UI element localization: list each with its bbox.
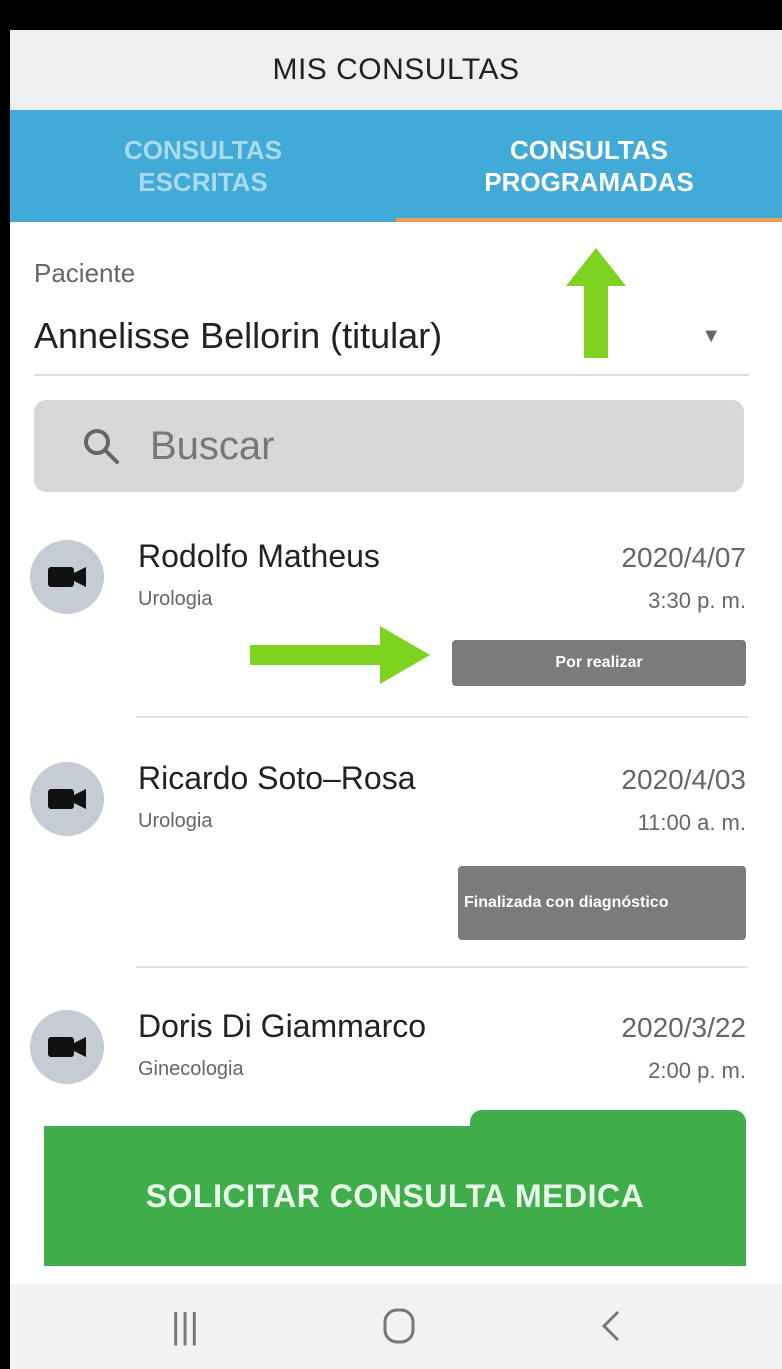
doctor-name: Doris Di Giammarco xyxy=(138,1008,427,1044)
tab-label-line1: CONSULTAS xyxy=(124,135,282,165)
request-consultation-label: SOLICITAR CONSULTA MEDICA xyxy=(145,1177,645,1214)
app-header: MIS CONSULTAS xyxy=(10,30,782,110)
appointment-time: 3:30 p. m. xyxy=(648,588,746,613)
tab-label-line2: PROGRAMADAS xyxy=(484,167,694,197)
annotation-arrow-right xyxy=(250,626,430,684)
appointment-date: 2020/4/03 xyxy=(621,764,746,795)
app-screen: MIS CONSULTAS CONSULTAS ESCRITAS CONSULT… xyxy=(10,30,782,1369)
appointment-date: 2020/3/22 xyxy=(621,1012,746,1043)
doctor-name: Ricardo Soto–Rosa xyxy=(138,760,416,796)
back-icon[interactable] xyxy=(576,1296,646,1356)
videocam-icon xyxy=(30,1010,104,1084)
patient-select-value: Annelisse Bellorin (titular) xyxy=(34,315,443,356)
appointment-time: 11:00 a. m. xyxy=(637,810,746,835)
tab-label-line1: CONSULTAS xyxy=(510,135,668,165)
patient-label: Paciente xyxy=(34,258,136,288)
search-input[interactable]: Buscar xyxy=(34,400,744,492)
videocam-icon xyxy=(30,540,104,614)
search-placeholder: Buscar xyxy=(150,423,275,468)
status-badge: Finalizada con diagnóstico xyxy=(458,866,746,940)
recents-icon[interactable]: ||| xyxy=(150,1296,220,1356)
tab-bar: CONSULTAS ESCRITAS CONSULTAS PROGRAMADAS xyxy=(10,110,782,222)
page-title: MIS CONSULTAS xyxy=(272,53,520,86)
list-divider xyxy=(136,966,748,968)
list-divider xyxy=(136,716,748,718)
appointment-item[interactable]: Ricardo Soto–Rosa Urologia 2020/4/03 11:… xyxy=(24,752,750,952)
appointment-date: 2020/4/07 xyxy=(621,542,746,573)
dropdown-caret-icon: ▼ xyxy=(701,324,721,347)
doctor-name: Rodolfo Matheus xyxy=(138,538,380,574)
patient-select[interactable]: Annelisse Bellorin (titular) ▼ xyxy=(34,298,749,376)
appointment-time: 2:00 p. m. xyxy=(648,1058,746,1083)
tab-label-line2: ESCRITAS xyxy=(138,167,268,197)
search-icon xyxy=(84,429,119,464)
home-icon[interactable] xyxy=(364,1296,434,1356)
system-nav-bar: ||| xyxy=(10,1284,782,1369)
videocam-icon xyxy=(30,762,104,836)
status-badge: Por realizar xyxy=(452,640,746,686)
specialty: Urologia xyxy=(138,588,213,610)
bottom-area: SOLICITAR CONSULTA MEDICA ||| xyxy=(10,1110,782,1369)
request-consultation-button[interactable]: SOLICITAR CONSULTA MEDICA xyxy=(44,1126,746,1266)
specialty: Urologia xyxy=(138,810,213,832)
specialty: Ginecologia xyxy=(138,1058,244,1080)
tab-consultas-programadas[interactable]: CONSULTAS PROGRAMADAS xyxy=(396,110,782,222)
tab-consultas-escritas[interactable]: CONSULTAS ESCRITAS xyxy=(10,110,396,222)
